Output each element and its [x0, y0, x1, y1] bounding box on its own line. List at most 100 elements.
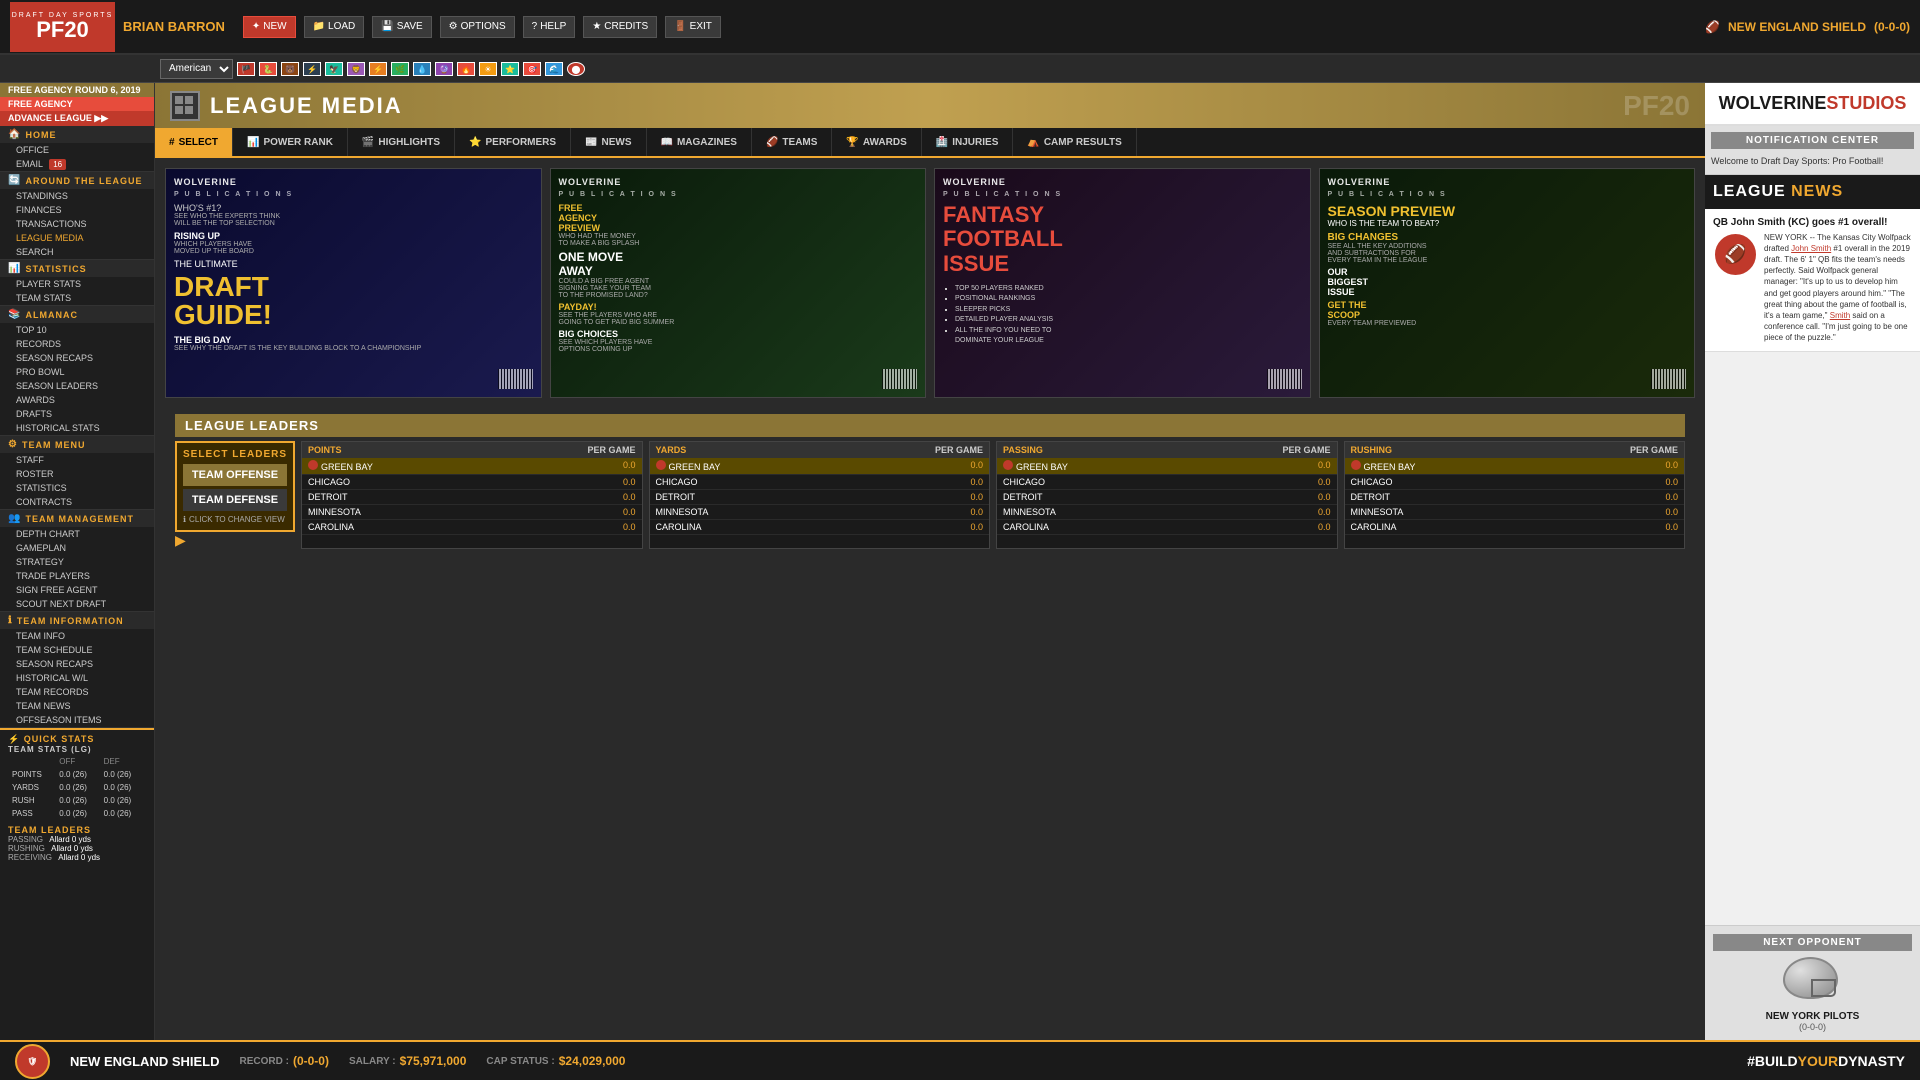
ll-points-row-3[interactable]: DETROIT0.0 [302, 490, 642, 505]
ll-passing-row-5[interactable]: CAROLINA0.0 [997, 520, 1337, 535]
ll-passing-row-4[interactable]: MINNESOTA0.0 [997, 505, 1337, 520]
sidebar-item-team-news[interactable]: TEAM NEWS [0, 699, 154, 713]
sidebar-header-statistics[interactable]: 📊 STATISTICS [0, 260, 154, 277]
sidebar-item-scout-draft[interactable]: SCOUT NEXT DRAFT [0, 597, 154, 611]
magazine-fantasy[interactable]: WOLVERINEP U B L I C A T I O N S FANTASY… [934, 168, 1311, 398]
tab-power-rank[interactable]: 📊 POWER RANK [233, 128, 348, 156]
ll-yards-row-3[interactable]: DETROIT0.0 [650, 490, 990, 505]
sidebar-item-strategy[interactable]: STRATEGY [0, 555, 154, 569]
sidebar-item-league-media[interactable]: LEAGUE MEDIA [0, 231, 154, 245]
sidebar-item-season-leaders[interactable]: SEASON LEADERS [0, 379, 154, 393]
tab-magazines[interactable]: 📖 MAGAZINES [647, 128, 752, 156]
help-button[interactable]: ? HELP [523, 16, 576, 38]
sidebar-item-player-stats[interactable]: PLAYER STATS [0, 277, 154, 291]
sidebar-item-team-records[interactable]: TEAM RECORDS [0, 685, 154, 699]
ll-rushing-row-5[interactable]: CAROLINA0.0 [1345, 520, 1685, 535]
options-button[interactable]: ⚙ OPTIONS [440, 16, 515, 38]
sidebar-item-search[interactable]: SEARCH [0, 245, 154, 259]
tab-awards[interactable]: 🏆 AWARDS [832, 128, 921, 156]
sidebar-item-office[interactable]: OFFICE [0, 143, 154, 157]
tab-performers[interactable]: ⭐ PERFORMERS [455, 128, 571, 156]
mag1-bigday: THE BIG DAYSEE WHY THE DRAFT IS THE KEY … [174, 335, 533, 352]
sidebar-header-almanac[interactable]: 📚 ALMANAC [0, 306, 154, 323]
flag-6-icon: 🦁 [347, 62, 365, 76]
magazine-season-preview[interactable]: WOLVERINEP U B L I C A T I O N S SEASON … [1319, 168, 1696, 398]
exit-button[interactable]: 🚪 EXIT [665, 16, 721, 38]
free-agency-bar: FREE AGENCY ROUND 6, 2019 [0, 83, 154, 97]
sidebar-header-around[interactable]: 🔄 AROUND THE LEAGUE [0, 172, 154, 189]
flag-1-icon: 🏴 [237, 62, 255, 76]
ll-rushing-row-3[interactable]: DETROIT0.0 [1345, 490, 1685, 505]
sl-header: SELECT LEADERS [183, 449, 287, 460]
tab-injuries[interactable]: 🏥 INJURIES [922, 128, 1014, 156]
ll-points-row-4[interactable]: MINNESOTA0.0 [302, 505, 642, 520]
sidebar-item-team-stats[interactable]: TEAM STATS [0, 291, 154, 305]
sidebar-item-drafts[interactable]: DRAFTS [0, 407, 154, 421]
sidebar-item-contracts[interactable]: CONTRACTS [0, 495, 154, 509]
ll-yards-row-1[interactable]: GREEN BAY0.0 [650, 458, 990, 475]
ll-yards-row-5[interactable]: CAROLINA0.0 [650, 520, 990, 535]
team-offense-button[interactable]: TEAM OFFENSE [183, 464, 287, 486]
tab-teams[interactable]: 🏈 TEAMS [752, 128, 832, 156]
ll-points-row-2[interactable]: CHICAGO0.0 [302, 475, 642, 490]
tab-select[interactable]: # SELECT [155, 128, 233, 156]
tab-news-label: NEWS [602, 137, 632, 148]
top-bar: DRAFT DAY SPORTS PF20 BRIAN BARRON ✦ NEW… [0, 0, 1920, 55]
ll-passing-row-1[interactable]: GREEN BAY0.0 [997, 458, 1337, 475]
sidebar-header-team-management[interactable]: 👥 TEAM MANAGEMENT [0, 510, 154, 527]
sidebar-item-roster[interactable]: ROSTER [0, 467, 154, 481]
sidebar-item-team-info[interactable]: TEAM INFO [0, 629, 154, 643]
ll-passing-row-3[interactable]: DETROIT0.0 [997, 490, 1337, 505]
credits-button[interactable]: ★ CREDITS [583, 16, 657, 38]
sidebar-item-team-schedule[interactable]: TEAM SCHEDULE [0, 643, 154, 657]
ll-rushing-row-4[interactable]: MINNESOTA0.0 [1345, 505, 1685, 520]
ll-yards-row-2[interactable]: CHICAGO0.0 [650, 475, 990, 490]
sidebar-item-gameplan[interactable]: GAMEPLAN [0, 541, 154, 555]
sidebar-item-standings[interactable]: STANDINGS [0, 189, 154, 203]
sidebar-item-trade-players[interactable]: TRADE PLAYERS [0, 569, 154, 583]
sidebar-item-offseason[interactable]: OFFSEASON ITEMS [0, 713, 154, 727]
ll-yards-row-4[interactable]: MINNESOTA0.0 [650, 505, 990, 520]
team-defense-button[interactable]: TEAM DEFENSE [183, 489, 287, 511]
sidebar-item-sign-free-agent[interactable]: SIGN FREE AGENT [0, 583, 154, 597]
lm-icon [170, 91, 200, 121]
conference-select[interactable]: American National [160, 59, 233, 79]
user-name: BRIAN BARRON [123, 19, 225, 34]
sidebar-item-transactions[interactable]: TRANSACTIONS [0, 217, 154, 231]
ll-rushing-row-2[interactable]: CHICAGO0.0 [1345, 475, 1685, 490]
ll-rushing-row-1[interactable]: GREEN BAY0.0 [1345, 458, 1685, 475]
sidebar-item-historical-wl[interactable]: HISTORICAL W/L [0, 671, 154, 685]
ll-passing-row-2[interactable]: CHICAGO0.0 [997, 475, 1337, 490]
change-view-btn[interactable]: ℹ CLICK TO CHANGE VIEW [183, 515, 287, 524]
sidebar-item-historical-stats[interactable]: HISTORICAL STATS [0, 421, 154, 435]
sidebar-item-season-recaps2[interactable]: SEASON RECAPS [0, 657, 154, 671]
news-item-1[interactable]: QB John Smith (KC) goes #1 overall! 🏈 NE… [1705, 209, 1920, 353]
sidebar-item-statistics-team[interactable]: STATISTICS [0, 481, 154, 495]
magazine-draft-guide[interactable]: WOLVERINEP U B L I C A T I O N S WHO'S #… [165, 168, 542, 398]
sidebar-item-top10[interactable]: TOP 10 [0, 323, 154, 337]
sidebar-item-season-recaps[interactable]: SEASON RECAPS [0, 351, 154, 365]
sidebar-item-awards[interactable]: AWARDS [0, 393, 154, 407]
rushing-leader-label: RUSHING Allard 0 yds [8, 844, 146, 853]
new-button[interactable]: ✦ NEW [243, 16, 296, 38]
sidebar-header-home[interactable]: 🏠 HOME [0, 126, 154, 143]
free-agency-label: FREE AGENCY [0, 97, 154, 111]
save-button[interactable]: 💾 SAVE [372, 16, 431, 38]
magazine-free-agency[interactable]: WOLVERINEP U B L I C A T I O N S FREEAGE… [550, 168, 927, 398]
sidebar-header-team-menu[interactable]: ⚙ TEAM MENU [0, 436, 154, 453]
tab-highlights[interactable]: 🎬 HIGHLIGHTS [348, 128, 455, 156]
sidebar-item-finances[interactable]: FINANCES [0, 203, 154, 217]
ll-points-row-1[interactable]: GREEN BAY0.0 [302, 458, 642, 475]
ll-points-row-5[interactable]: CAROLINA0.0 [302, 520, 642, 535]
sidebar-item-pro-bowl[interactable]: PRO BOWL [0, 365, 154, 379]
sidebar-item-staff[interactable]: STAFF [0, 453, 154, 467]
sidebar-item-records[interactable]: RECORDS [0, 337, 154, 351]
load-button[interactable]: 📁 LOAD [304, 16, 365, 38]
sidebar-header-team-info[interactable]: ℹ TEAM INFORMATION [0, 612, 154, 629]
tab-news[interactable]: 📰 NEWS [571, 128, 646, 156]
tab-camp-results[interactable]: ⛺ CAMP RESULTS [1013, 128, 1136, 156]
team-info-icon: ℹ [8, 615, 13, 626]
sidebar-item-email[interactable]: EMAIL 16 [0, 157, 154, 171]
ll-arrow[interactable]: ▶ [175, 532, 295, 549]
sidebar-item-depth-chart[interactable]: DEPTH CHART [0, 527, 154, 541]
